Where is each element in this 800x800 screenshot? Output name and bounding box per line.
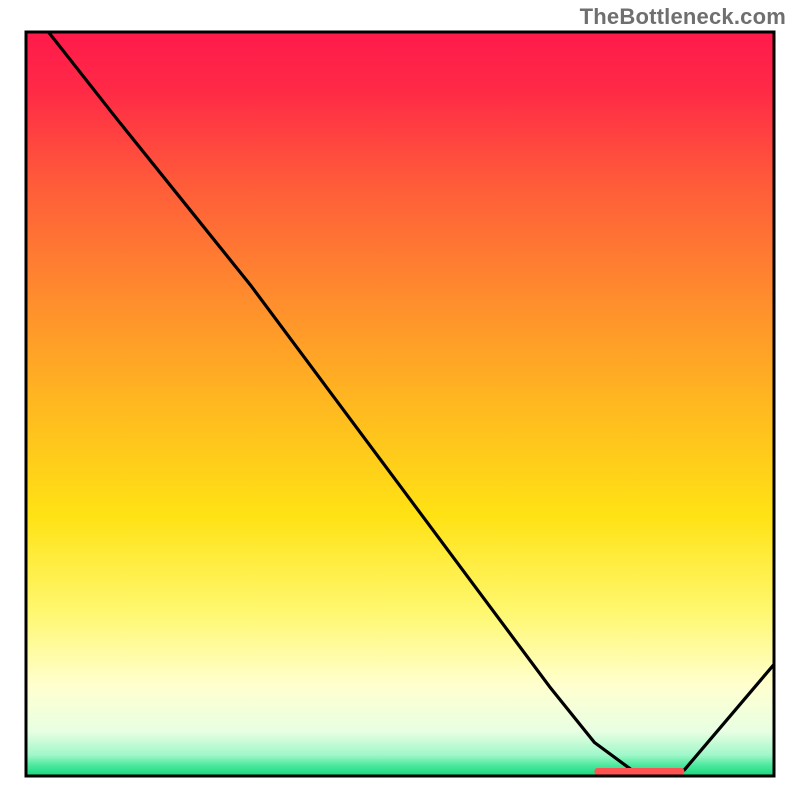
- optimal-range-marker: [594, 768, 684, 775]
- bottleneck-chart: TheBottleneck.com: [0, 0, 800, 800]
- watermark-text: TheBottleneck.com: [580, 4, 786, 30]
- chart-svg: [0, 0, 800, 800]
